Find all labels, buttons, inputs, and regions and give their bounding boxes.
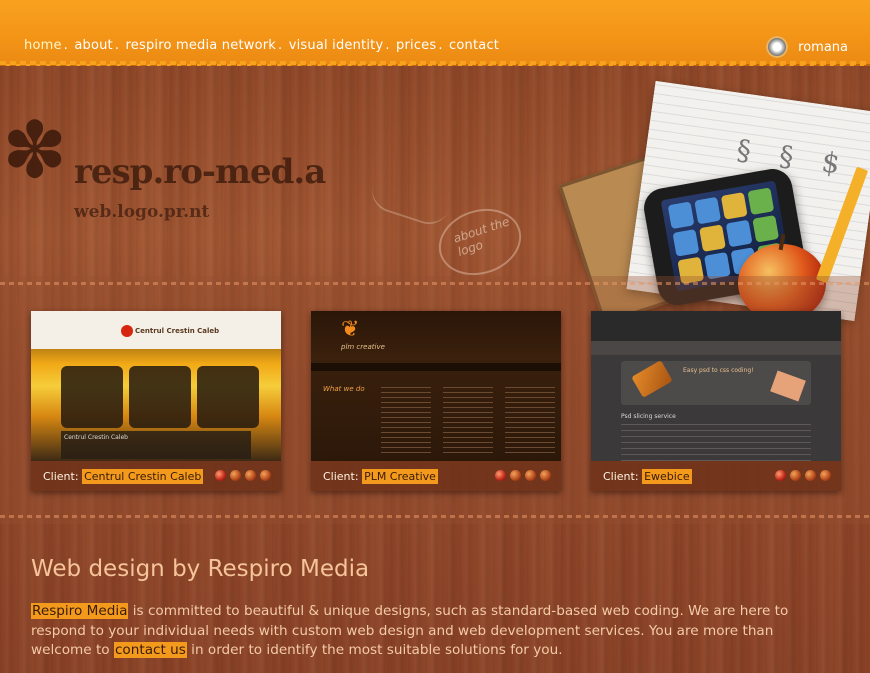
client-caption: Client: Centrul Crestin Caleb xyxy=(43,468,204,484)
screenshot-text: Centrul Crestin Caleb xyxy=(61,431,251,459)
screenshot-column xyxy=(443,383,493,453)
app-icon xyxy=(725,219,753,248)
nav-separator: . xyxy=(385,38,390,53)
app-icon xyxy=(720,192,748,220)
contact-us-link[interactable]: contact us xyxy=(113,642,187,658)
carousel-dots xyxy=(215,470,271,481)
screenshot-title: Easy psd to css coding! xyxy=(683,367,754,374)
screenshot-nav xyxy=(591,341,841,355)
intro-paragraph: Respiro Media is committed to beautiful … xyxy=(31,602,831,661)
portfolio-screenshot-1[interactable]: Centrul Crestin Caleb Centrul Crestin Ca… xyxy=(31,311,281,461)
carousel-dot-icon[interactable] xyxy=(805,470,816,481)
client-caption: Client: PLM Creative xyxy=(323,468,438,484)
logo-title[interactable]: resp.ro-med.a xyxy=(74,152,326,192)
client-caption: Client: Ewebice xyxy=(603,468,692,484)
screenshot-column xyxy=(381,383,431,453)
portfolio-card-footer: Client: Ewebice xyxy=(591,461,841,491)
language-label: romana xyxy=(798,39,848,55)
screenshot-panel xyxy=(61,366,123,428)
screenshot-header: Centrul Crestin Caleb xyxy=(31,311,281,349)
portfolio-card-3[interactable]: Easy psd to css coding! Psd slicing serv… xyxy=(591,311,841,491)
carousel-dot-icon[interactable] xyxy=(215,470,226,481)
language-switch[interactable]: romana xyxy=(766,36,848,58)
carousel-dot-icon[interactable] xyxy=(540,470,551,481)
nav-separator: . xyxy=(438,38,443,53)
respiro-media-link[interactable]: Respiro Media xyxy=(31,603,129,619)
main-nav: home. about. respiro media network. visu… xyxy=(24,38,499,53)
screenshot-text: What we do xyxy=(323,385,365,393)
nav-separator: . xyxy=(114,38,120,53)
screenshot-header xyxy=(591,311,841,341)
carousel-dot-icon[interactable] xyxy=(775,470,786,481)
arrow-sketch xyxy=(366,184,450,230)
client-label: Client: xyxy=(603,469,639,483)
carousel-dots xyxy=(775,470,831,481)
carousel-dot-icon[interactable] xyxy=(525,470,536,481)
client-label: Client: xyxy=(323,469,359,483)
screenshot-nav xyxy=(311,363,561,371)
nav-visual-identity[interactable]: visual identity xyxy=(289,38,384,53)
screenshot-panel xyxy=(197,366,259,428)
stitch-border xyxy=(0,61,870,65)
carousel-dot-icon[interactable] xyxy=(495,470,506,481)
carousel-dot-icon[interactable] xyxy=(245,470,256,481)
portfolio-screenshot-3[interactable]: Easy psd to css coding! Psd slicing serv… xyxy=(591,311,841,461)
portfolio-card-1[interactable]: Centrul Crestin Caleb Centrul Crestin Ca… xyxy=(31,311,281,491)
portfolio-card-2[interactable]: ❦ plm creative What we do Client: PLM Cr… xyxy=(311,311,561,491)
screenshot-columns xyxy=(381,383,555,453)
app-icon xyxy=(752,214,780,243)
carousel-dot-icon[interactable] xyxy=(790,470,801,481)
app-icon xyxy=(667,201,695,230)
client-link[interactable]: PLM Creative xyxy=(362,468,438,484)
app-icon xyxy=(694,196,722,225)
screenshot-logo-icon xyxy=(121,325,133,337)
leaf-logo-icon: ❦ xyxy=(341,317,360,342)
client-link[interactable]: Ewebice xyxy=(642,468,692,484)
screenshot-lines xyxy=(621,423,811,461)
carousel-dot-icon[interactable] xyxy=(230,470,241,481)
carousel-dot-icon[interactable] xyxy=(260,470,271,481)
screenshot-panel xyxy=(129,366,191,428)
top-nav-bar: home. about. respiro media network. visu… xyxy=(0,0,870,66)
carousel-dot-icon[interactable] xyxy=(510,470,521,481)
app-icon xyxy=(699,224,726,253)
nav-about[interactable]: about xyxy=(74,38,113,53)
screenshot-title: Centrul Crestin Caleb xyxy=(135,327,220,335)
app-icon xyxy=(747,187,775,216)
screenshot-column xyxy=(505,383,555,453)
page-title: Web design by Respiro Media xyxy=(31,556,370,582)
carousel-dots xyxy=(495,470,551,481)
portfolio-card-footer: Client: PLM Creative xyxy=(311,461,561,491)
about-logo-label: about the logo xyxy=(451,214,512,259)
client-link[interactable]: Centrul Crestin Caleb xyxy=(82,468,204,484)
nav-separator: . xyxy=(63,38,68,53)
nav-prices[interactable]: prices xyxy=(396,38,436,53)
language-radio-icon xyxy=(766,36,789,58)
nav-home[interactable]: home xyxy=(24,38,62,53)
client-label: Client: xyxy=(43,469,79,483)
portfolio-card-footer: Client: Centrul Crestin Caleb xyxy=(31,461,281,491)
portfolio-screenshot-2[interactable]: ❦ plm creative What we do xyxy=(311,311,561,461)
app-icon xyxy=(672,229,700,257)
nav-contact[interactable]: contact xyxy=(449,38,499,53)
intro-text-part-2: in order to identify the most suitable s… xyxy=(186,642,563,658)
flower-logo-icon: ✽ xyxy=(2,106,68,196)
nav-respiro-media-network[interactable]: respiro media network xyxy=(126,38,276,53)
carousel-dot-icon[interactable] xyxy=(820,470,831,481)
logo-subtitle: web.logo.pr.nt xyxy=(74,202,210,222)
nav-separator: . xyxy=(278,38,283,53)
screenshot-text: Psd slicing service xyxy=(621,413,676,420)
screenshot-title: plm creative xyxy=(341,343,385,351)
